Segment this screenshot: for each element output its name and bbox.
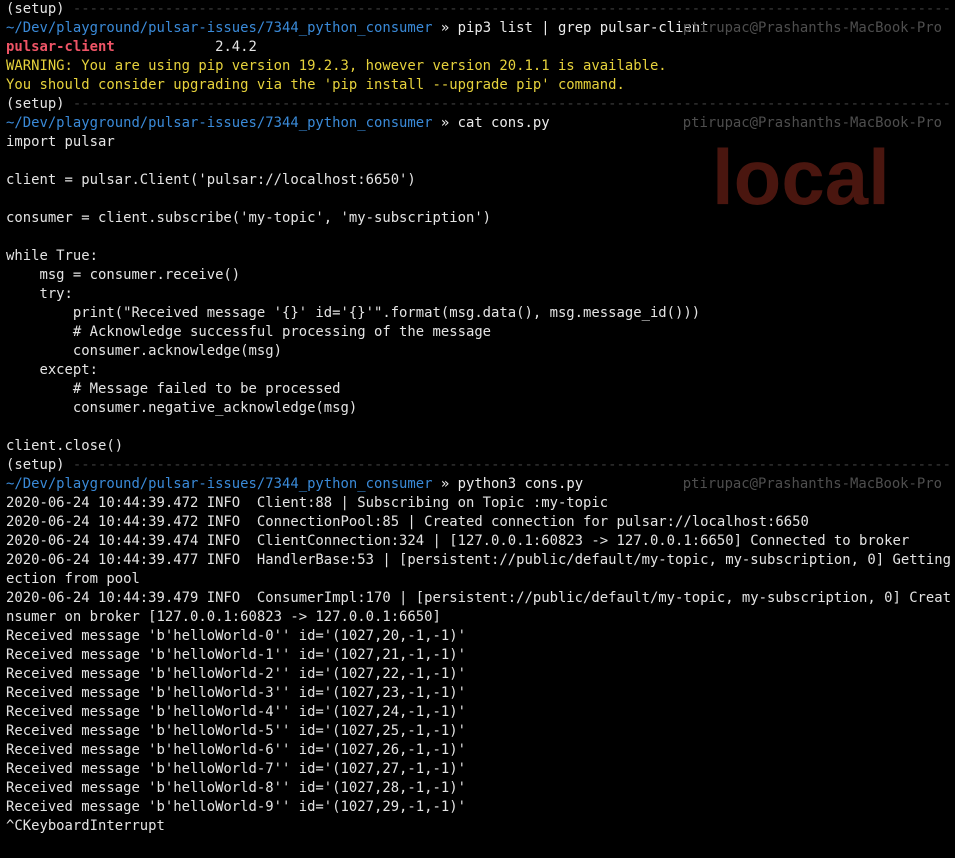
- prompt-separator: »: [432, 476, 458, 492]
- cwd-path: ~/Dev/playground/pulsar-issues/7344_pyth…: [6, 115, 433, 131]
- keyboard-interrupt-line: ^CKeyboardInterrupt: [6, 818, 165, 834]
- code-line: client.close(): [6, 438, 124, 454]
- prompt-env-line: (setup) --------------------------------…: [6, 0, 951, 19]
- output-line: Received message 'b'helloWorld-1'' id='(…: [6, 647, 466, 663]
- package-version: 2.4.2: [215, 39, 257, 55]
- host-label: ptirupac@Prashanths-MacBook-Pro: [682, 20, 942, 36]
- cwd-path: ~/Dev/playground/pulsar-issues/7344_pyth…: [6, 476, 433, 492]
- code-line: # Message failed to be processed: [6, 381, 341, 397]
- output-line: Received message 'b'helloWorld-8'' id='(…: [6, 780, 466, 796]
- code-line: consumer = client.subscribe('my-topic', …: [6, 210, 492, 226]
- separator-dashes: ----------------------------------------…: [72, 96, 951, 112]
- log-line: 2020-06-24 10:44:39.477 INFO HandlerBase…: [6, 552, 951, 568]
- code-line: while True:: [6, 248, 98, 264]
- output-line: Received message 'b'helloWorld-0'' id='(…: [6, 628, 466, 644]
- host-label: ptirupac@Prashanths-MacBook-Pro: [682, 115, 942, 131]
- env-name: (setup): [6, 1, 65, 17]
- output-line: Received message 'b'helloWorld-4'' id='(…: [6, 704, 466, 720]
- code-line: except:: [6, 362, 98, 378]
- code-line: consumer.negative_acknowledge(msg): [6, 400, 358, 416]
- code-line: client = pulsar.Client('pulsar://localho…: [6, 172, 416, 188]
- env-name: (setup): [6, 96, 65, 112]
- host-label: ptirupac@Prashanths-MacBook-Pro: [682, 476, 942, 492]
- output-line: Received message 'b'helloWorld-6'' id='(…: [6, 742, 466, 758]
- output-line: Received message 'b'helloWorld-3'' id='(…: [6, 685, 466, 701]
- code-line: # Acknowledge successful processing of t…: [6, 324, 492, 340]
- command-text[interactable]: cat cons.py: [458, 115, 550, 131]
- code-line: print("Received message '{}' id='{}'".fo…: [6, 305, 701, 321]
- separator-dashes: ----------------------------------------…: [72, 457, 951, 473]
- prompt-env-line: (setup) --------------------------------…: [6, 456, 951, 475]
- env-name: (setup): [6, 457, 65, 473]
- prompt-separator: »: [432, 115, 458, 131]
- prompt-separator: »: [432, 20, 458, 36]
- code-line: try:: [6, 286, 73, 302]
- log-line: 2020-06-24 10:44:39.479 INFO ConsumerImp…: [6, 590, 951, 606]
- command-text[interactable]: python3 cons.py: [458, 476, 583, 492]
- output-line: Received message 'b'helloWorld-5'' id='(…: [6, 723, 466, 739]
- pip-list-row: pulsar-client 2.4.2: [6, 38, 951, 57]
- output-line: Received message 'b'helloWorld-9'' id='(…: [6, 799, 466, 815]
- log-line: 2020-06-24 10:44:39.472 INFO Client:88 |…: [6, 495, 609, 511]
- output-line: Received message 'b'helloWorld-7'' id='(…: [6, 761, 466, 777]
- log-line: ection from pool: [6, 571, 140, 587]
- column-padding: [115, 39, 215, 55]
- cwd-path: ~/Dev/playground/pulsar-issues/7344_pyth…: [6, 20, 433, 36]
- log-line: 2020-06-24 10:44:39.474 INFO ClientConne…: [6, 533, 910, 549]
- log-line: nsumer on broker [127.0.0.1:60823 -> 127…: [6, 609, 441, 625]
- terminal-window[interactable]: local (setup) --------------------------…: [0, 0, 955, 858]
- log-line: 2020-06-24 10:44:39.472 INFO ConnectionP…: [6, 514, 809, 530]
- code-line: consumer.acknowledge(msg): [6, 343, 282, 359]
- code-line: import pulsar: [6, 134, 115, 150]
- prompt-env-line: (setup) --------------------------------…: [6, 95, 951, 114]
- pip-upgrade-hint-line: You should consider upgrading via the 'p…: [6, 77, 625, 93]
- command-text[interactable]: pip3 list | grep pulsar-client: [458, 20, 709, 36]
- package-name: pulsar-client: [6, 39, 115, 55]
- pip-warning-line: WARNING: You are using pip version 19.2.…: [6, 58, 667, 74]
- separator-dashes: ----------------------------------------…: [72, 1, 951, 17]
- code-line: msg = consumer.receive(): [6, 267, 241, 283]
- output-line: Received message 'b'helloWorld-2'' id='(…: [6, 666, 466, 682]
